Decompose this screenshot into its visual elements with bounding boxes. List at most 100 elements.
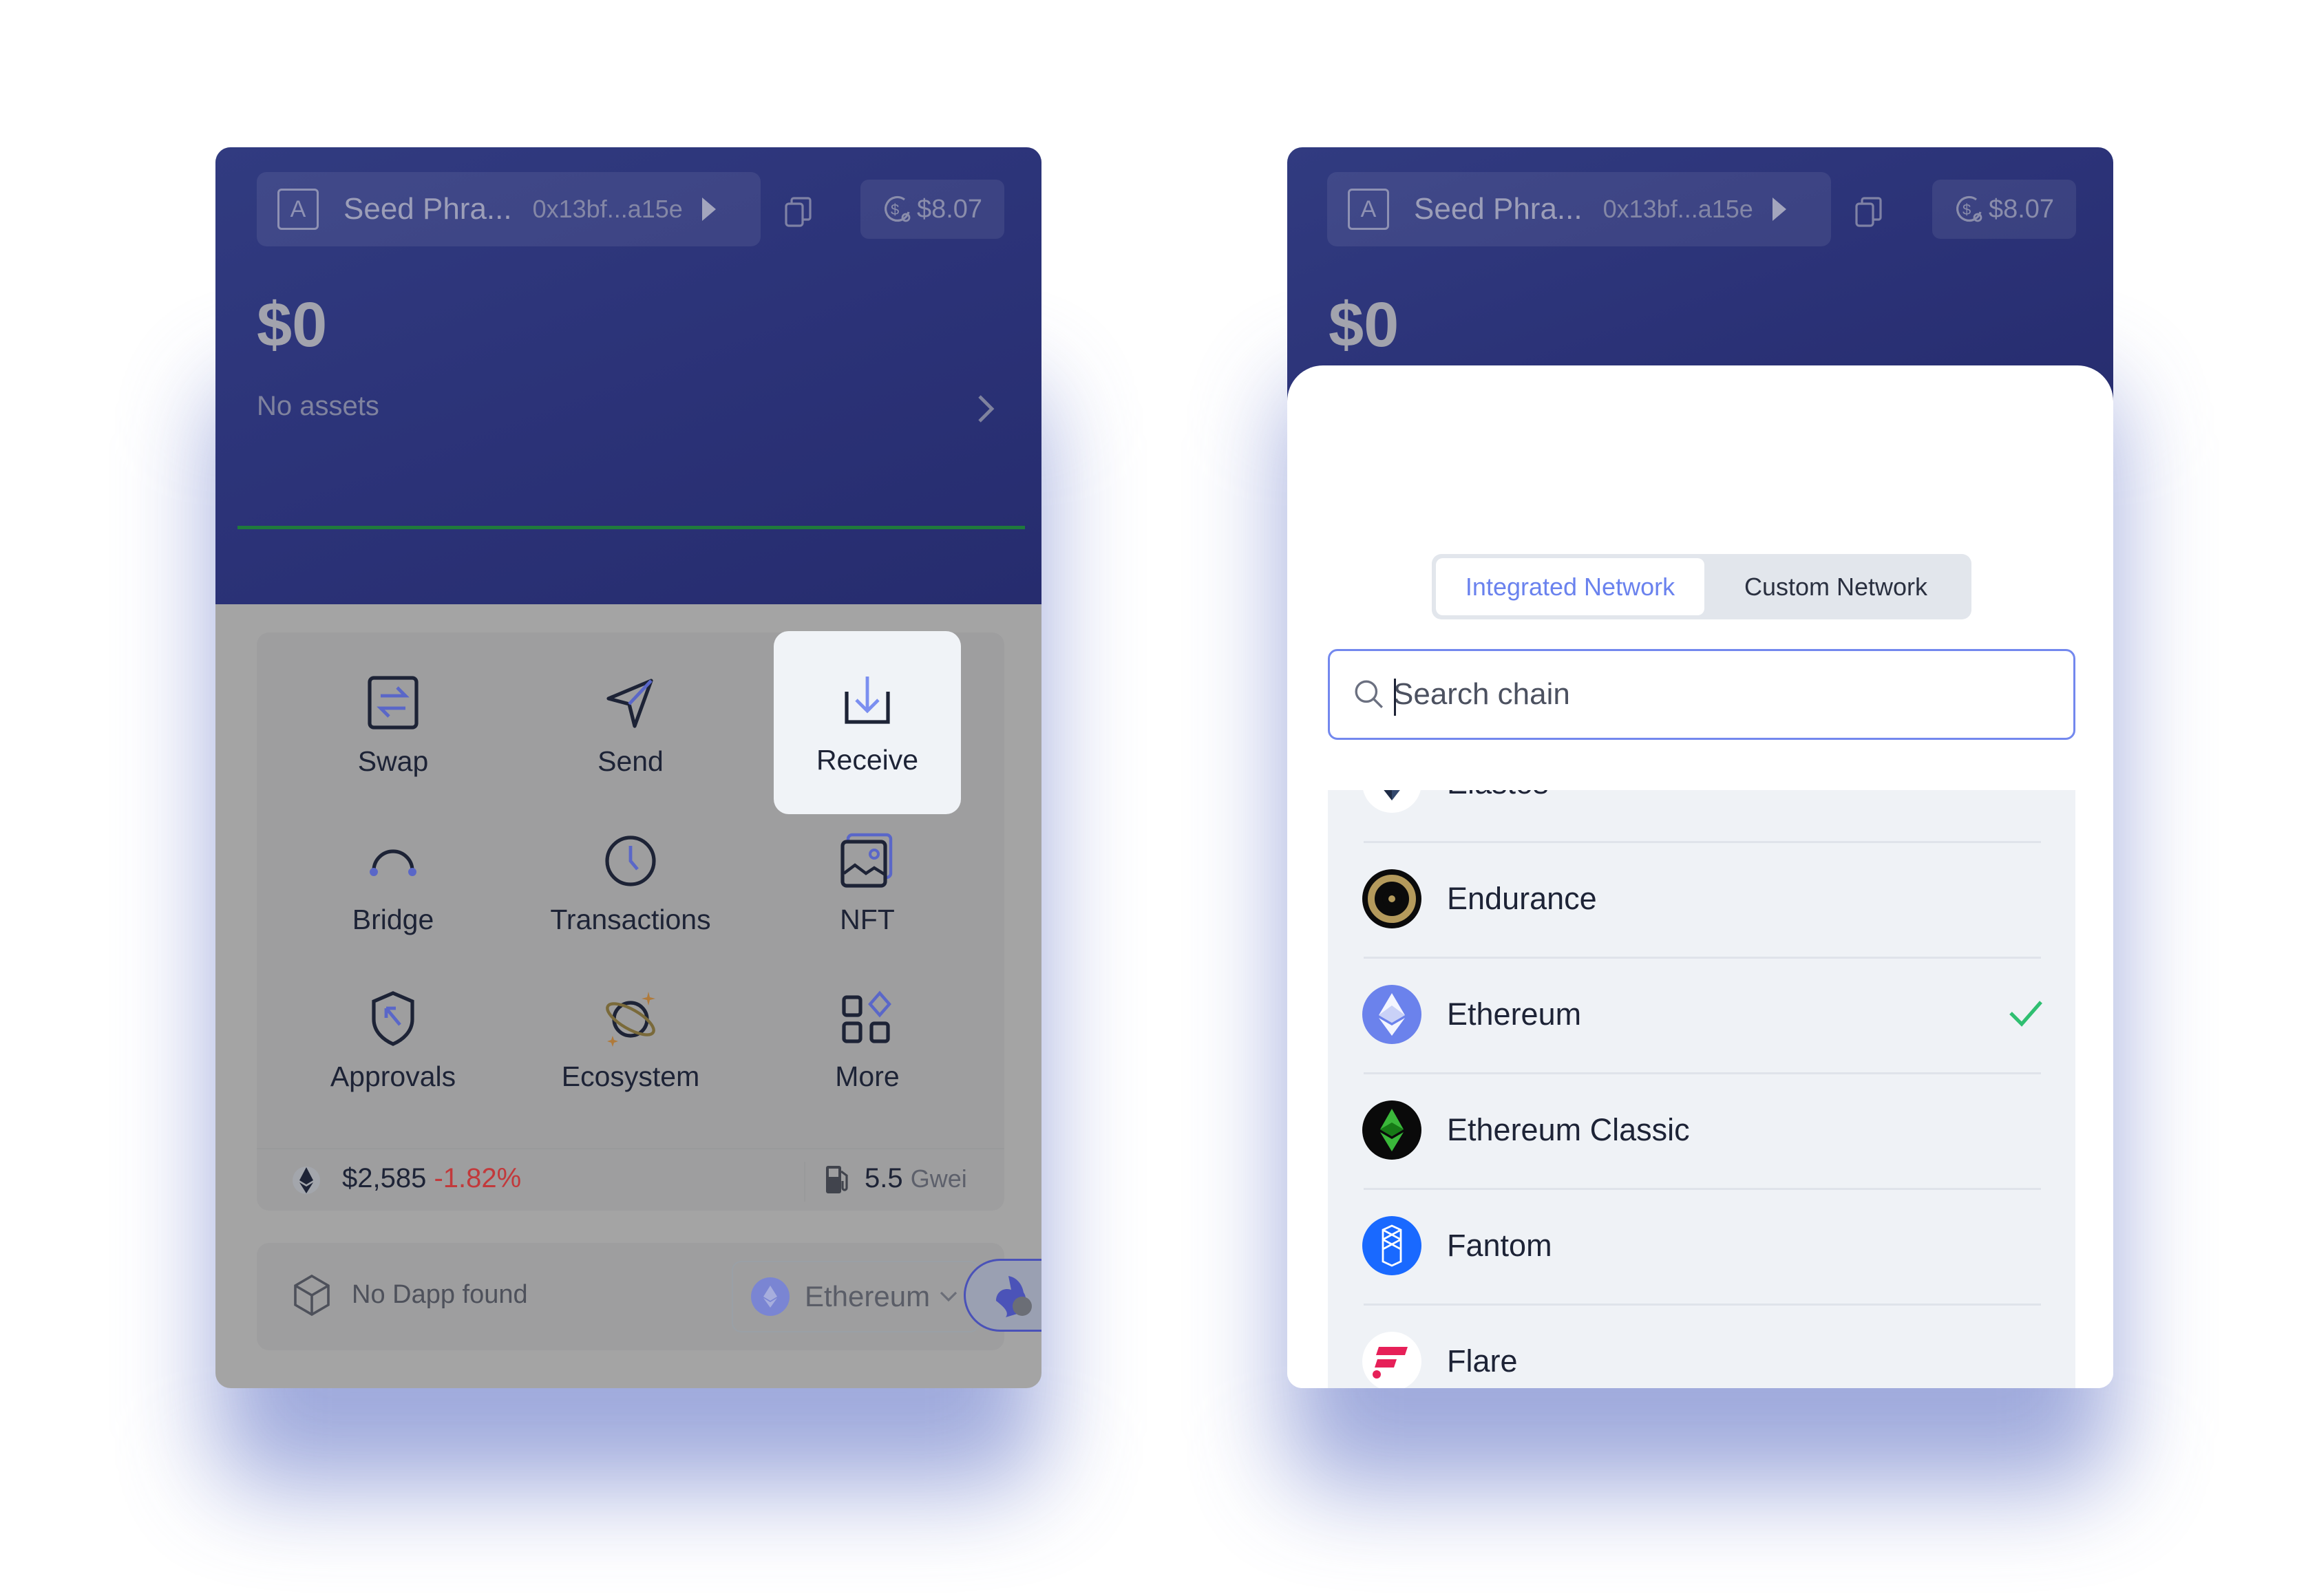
action-receive[interactable]: Receive [774, 631, 961, 814]
chain-item-ethereum-classic[interactable]: Ethereum Classic [1328, 1072, 2075, 1188]
search-chain-field[interactable] [1328, 649, 2075, 740]
chain-selector[interactable]: Ethereum [732, 1261, 980, 1332]
ethereum-icon [1362, 985, 1421, 1044]
copy-icon[interactable] [785, 197, 812, 228]
fantom-icon [1362, 1216, 1421, 1275]
swap-icon [368, 676, 419, 730]
account-name: Seed Phra... [1414, 192, 1583, 226]
action-label: Approvals [330, 1061, 456, 1092]
chain-item-ethereum[interactable]: Ethereum [1328, 957, 2075, 1072]
action-swap[interactable]: Swap [299, 632, 487, 816]
chain-item-elastos[interactable]: Elastos [1328, 790, 2075, 841]
cube-icon [294, 1274, 330, 1317]
search-icon [1355, 680, 1384, 709]
caret-right-icon [1772, 198, 1786, 221]
rabbit-dapp-button[interactable] [964, 1259, 1041, 1332]
wallet-header: A Seed Phra... 0x13bf...a15e $ $8.07 $0 … [215, 147, 1041, 604]
action-label: Transactions [550, 904, 711, 935]
market-info-row: $2,585 -1.82% 5.5 Gwei [257, 1148, 1004, 1211]
account-switcher[interactable]: A Seed Phra... 0x13bf...a15e [1327, 172, 1831, 246]
balance-chart-line [237, 526, 1025, 529]
chain-item-flare[interactable]: Flare [1328, 1304, 2075, 1388]
text-cursor [1394, 679, 1396, 716]
action-label: Bridge [352, 904, 434, 935]
eth-price: $2,585 -1.82% [342, 1163, 521, 1194]
divider [1364, 957, 2041, 959]
action-label: Swap [357, 745, 429, 777]
gas-unit: Gwei [910, 1164, 967, 1193]
gas-balance-value: $8.07 [1988, 194, 2055, 224]
dollar-coin-icon: $ [1956, 195, 1982, 222]
eth-price-change: -1.82% [434, 1163, 522, 1193]
copy-icon[interactable] [1855, 197, 1883, 228]
check-icon [2009, 1001, 2042, 1027]
action-bridge[interactable]: Bridge [299, 791, 487, 974]
receive-icon [845, 677, 890, 724]
divider [1364, 1304, 2041, 1306]
account-address: 0x13bf...a15e [1602, 195, 1753, 223]
gas-balance-value: $8.07 [916, 194, 983, 224]
send-icon [606, 679, 653, 728]
rabbit-logo-icon [996, 1276, 1032, 1317]
total-balance: $0 [1329, 290, 1399, 360]
bridge-icon [370, 849, 416, 876]
account-switcher[interactable]: A Seed Phra... 0x13bf...a15e [257, 172, 761, 246]
svg-text:$: $ [1962, 201, 1971, 218]
chain-name: Fantom [1447, 1228, 1552, 1263]
image-icon [840, 833, 893, 888]
chain-name: Elastos [1447, 790, 1549, 801]
chain-name: Flare [1447, 1343, 1518, 1379]
shield-icon [372, 991, 414, 1046]
action-label: Ecosystem [561, 1061, 700, 1092]
tab-integrated-network[interactable]: Integrated Network [1436, 558, 1704, 615]
action-label: Send [597, 745, 664, 777]
search-chain-input[interactable] [1393, 677, 2013, 712]
ethereum-chain-icon [751, 1277, 790, 1316]
chain-item-fantom[interactable]: Fantom [1328, 1188, 2075, 1304]
chevron-right-icon[interactable] [974, 392, 997, 425]
svg-text:$: $ [891, 201, 899, 218]
caret-right-icon [701, 198, 716, 221]
action-send[interactable]: Send [537, 632, 724, 816]
action-label: Receive [816, 744, 919, 776]
dollar-coin-icon: $ [885, 195, 911, 222]
chain-name: Ethereum Classic [1447, 1112, 1690, 1147]
elastos-icon [1362, 790, 1421, 813]
network-picker-panel: A Seed Phra... 0x13bf...a15e $ $8.07 $0 … [1287, 147, 2113, 1388]
action-approvals[interactable]: Approvals [299, 948, 487, 1131]
tab-custom-network[interactable]: Custom Network [1704, 558, 1967, 615]
grid-icon [842, 990, 891, 1043]
action-nft[interactable]: NFT [774, 791, 961, 974]
chain-selector-label: Ethereum [805, 1280, 931, 1312]
account-address: 0x13bf...a15e [532, 195, 683, 223]
dapp-bar: No Dapp found Ethereum [257, 1243, 1004, 1350]
ethereum-icon [293, 1167, 320, 1194]
endurance-icon [1362, 869, 1421, 928]
total-balance: $0 [257, 290, 328, 360]
gas-price-value: 5.5 [865, 1163, 903, 1193]
account-avatar: A [1348, 189, 1389, 230]
action-grid: Swap Send Receive Bridge Transactions NF… [257, 631, 1004, 1211]
divider [1364, 1188, 2041, 1190]
assets-status[interactable]: No assets [257, 391, 379, 422]
action-more[interactable]: More [774, 948, 961, 1131]
network-sheet: Integrated Network Custom Network Elasto… [1287, 365, 2113, 1388]
chain-item-endurance[interactable]: Endurance [1328, 841, 2075, 957]
gas-pump-icon [826, 1166, 848, 1193]
clock-icon [605, 836, 656, 886]
account-name: Seed Phra... [343, 192, 512, 226]
gas-account-balance[interactable]: $ $8.07 [1932, 180, 2076, 239]
action-label: NFT [840, 904, 895, 935]
account-avatar: A [277, 189, 319, 230]
divider [804, 1162, 805, 1202]
action-ecosystem[interactable]: Ecosystem [537, 948, 724, 1131]
gas-account-balance[interactable]: $ $8.07 [860, 180, 1004, 239]
chevron-down-icon [940, 1291, 958, 1302]
action-label: More [835, 1061, 900, 1092]
action-transactions[interactable]: Transactions [537, 791, 724, 974]
flare-icon [1362, 1332, 1421, 1388]
dapp-status: No Dapp found [352, 1280, 528, 1309]
chain-list[interactable]: Elastos Endurance Ethereum [1328, 790, 2075, 1388]
planet-icon [606, 992, 655, 1047]
divider [1364, 841, 2041, 843]
